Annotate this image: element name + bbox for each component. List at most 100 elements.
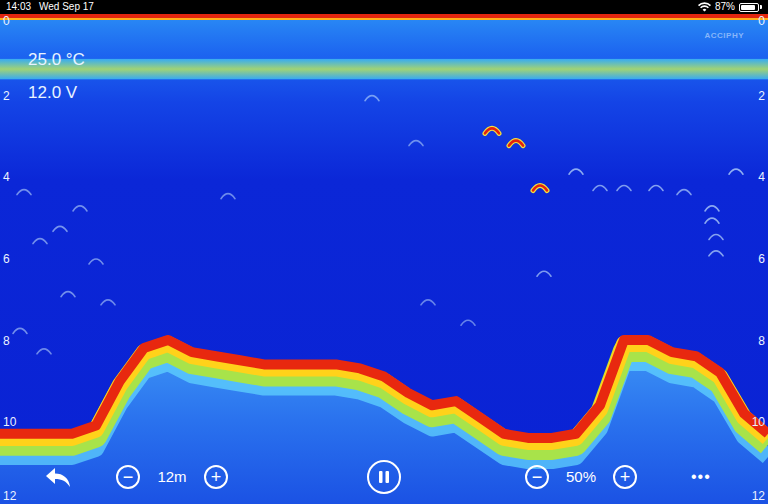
fish-echo-trace bbox=[705, 218, 719, 223]
battery-fill bbox=[741, 5, 755, 10]
fish-echo bbox=[593, 186, 607, 191]
depth-label: 0 bbox=[758, 14, 765, 28]
fish-echo-halo bbox=[509, 141, 523, 146]
pause-button[interactable] bbox=[367, 460, 401, 494]
fish-echo bbox=[709, 235, 723, 240]
app: 14:03 Wed Sep 17 87% ACCIPHY 25.0 °C12.0… bbox=[0, 0, 768, 504]
fish-echo bbox=[73, 206, 87, 211]
gain-control: − 50% + bbox=[525, 465, 637, 489]
more-button[interactable]: ••• bbox=[687, 465, 715, 489]
fish-echo-trace bbox=[17, 190, 31, 195]
depth-label: 2 bbox=[758, 89, 765, 103]
back-button[interactable] bbox=[44, 465, 72, 489]
fish-echo-trace bbox=[617, 186, 631, 191]
battery-track bbox=[739, 3, 759, 12]
fish-echo-trace bbox=[37, 349, 51, 354]
battery-icon bbox=[739, 3, 762, 12]
fish-echo-core bbox=[485, 128, 499, 133]
fish-echo-halo bbox=[485, 128, 499, 133]
seabed-fill bbox=[0, 337, 768, 504]
fish-echo bbox=[677, 190, 691, 195]
depth-label: 2 bbox=[3, 89, 10, 103]
depth-label: 6 bbox=[3, 252, 10, 266]
gain-minus-button[interactable]: − bbox=[525, 465, 549, 489]
fish-echo-trace bbox=[705, 206, 719, 211]
status-bar: 14:03 Wed Sep 17 87% bbox=[0, 0, 768, 14]
fish-echo bbox=[33, 239, 47, 244]
fish-echo-trace bbox=[89, 259, 103, 264]
fish-echo-trace bbox=[709, 235, 723, 240]
fish-echo bbox=[533, 186, 547, 191]
depth-label: 12 bbox=[752, 489, 765, 503]
fish-echo bbox=[17, 190, 31, 195]
battery-percent: 87% bbox=[715, 0, 735, 14]
sensor-readings: 25.0 °C12.0 V bbox=[28, 43, 85, 109]
fish-echo-trace bbox=[365, 96, 379, 101]
fish-echo-trace bbox=[729, 169, 743, 174]
fish-echo-trace bbox=[709, 251, 723, 256]
date: Wed Sep 17 bbox=[39, 0, 94, 14]
fish-echo-trace bbox=[677, 190, 691, 195]
pause-icon bbox=[375, 468, 393, 486]
fish-echo-trace bbox=[409, 141, 423, 146]
fish-echo-trace bbox=[537, 271, 551, 276]
range-minus-button[interactable]: − bbox=[116, 465, 140, 489]
water-column bbox=[0, 14, 768, 504]
fish-echo-core bbox=[509, 141, 523, 146]
fish-echo bbox=[617, 186, 631, 191]
fish-echo bbox=[461, 320, 475, 325]
range-value: 12m bbox=[148, 466, 196, 489]
surface-clutter bbox=[0, 59, 768, 79]
fish-echo-trace bbox=[421, 300, 435, 305]
fish-echo-trace bbox=[73, 206, 87, 211]
fish-echo bbox=[729, 169, 743, 174]
fish-echo bbox=[485, 128, 499, 133]
depth-label: 8 bbox=[758, 334, 765, 348]
fish-echo bbox=[37, 349, 51, 354]
depth-label: 4 bbox=[758, 170, 765, 184]
fish-echo bbox=[53, 226, 67, 231]
seabed-echo-core bbox=[0, 340, 768, 438]
depth-label: 10 bbox=[752, 415, 765, 429]
battery-nub bbox=[760, 5, 762, 9]
fish-echo bbox=[221, 194, 235, 199]
fish-echo bbox=[705, 206, 719, 211]
fish-echo bbox=[649, 186, 663, 191]
fish-echo bbox=[421, 300, 435, 305]
fish-echo bbox=[101, 300, 115, 305]
fish-echo-trace bbox=[33, 239, 47, 244]
echogram bbox=[0, 14, 768, 504]
fish-echo-trace bbox=[461, 320, 475, 325]
depth-label: 8 bbox=[3, 334, 10, 348]
gain-plus-button[interactable]: + bbox=[613, 465, 637, 489]
depth-label: 12 bbox=[3, 489, 16, 503]
zero-line-edge bbox=[0, 18, 768, 20]
echogram-view: ACCIPHY 25.0 °C12.0 V 024681012024681012… bbox=[0, 14, 768, 504]
range-plus-button[interactable]: + bbox=[204, 465, 228, 489]
fish-echo bbox=[89, 259, 103, 264]
gain-value: 50% bbox=[557, 466, 605, 489]
fish-echo-trace bbox=[593, 186, 607, 191]
pause-bar bbox=[386, 471, 390, 483]
brand-watermark: ACCIPHY bbox=[704, 31, 744, 41]
fish-echo bbox=[537, 271, 551, 276]
fish-echo bbox=[13, 328, 27, 333]
fish-echo bbox=[709, 251, 723, 256]
fish-echo-trace bbox=[221, 194, 235, 199]
fish-echo-halo bbox=[533, 186, 547, 191]
seabed bbox=[0, 337, 768, 504]
range-control: − 12m + bbox=[116, 465, 228, 489]
fish-echo bbox=[409, 141, 423, 146]
fish-echo bbox=[705, 218, 719, 223]
fish-echo-trace bbox=[13, 328, 27, 333]
clock: 14:03 bbox=[6, 0, 31, 14]
fish-echo bbox=[509, 141, 523, 146]
fish-echo bbox=[569, 169, 583, 174]
pause-bar bbox=[379, 471, 383, 483]
fish-echo-trace bbox=[61, 292, 75, 297]
fish-echo-trace bbox=[101, 300, 115, 305]
sensor-reading: 12.0 V bbox=[28, 76, 85, 109]
fish-echo bbox=[61, 292, 75, 297]
depth-label: 10 bbox=[3, 415, 16, 429]
toolbar: − 12m + − 50% + ••• bbox=[0, 460, 768, 494]
